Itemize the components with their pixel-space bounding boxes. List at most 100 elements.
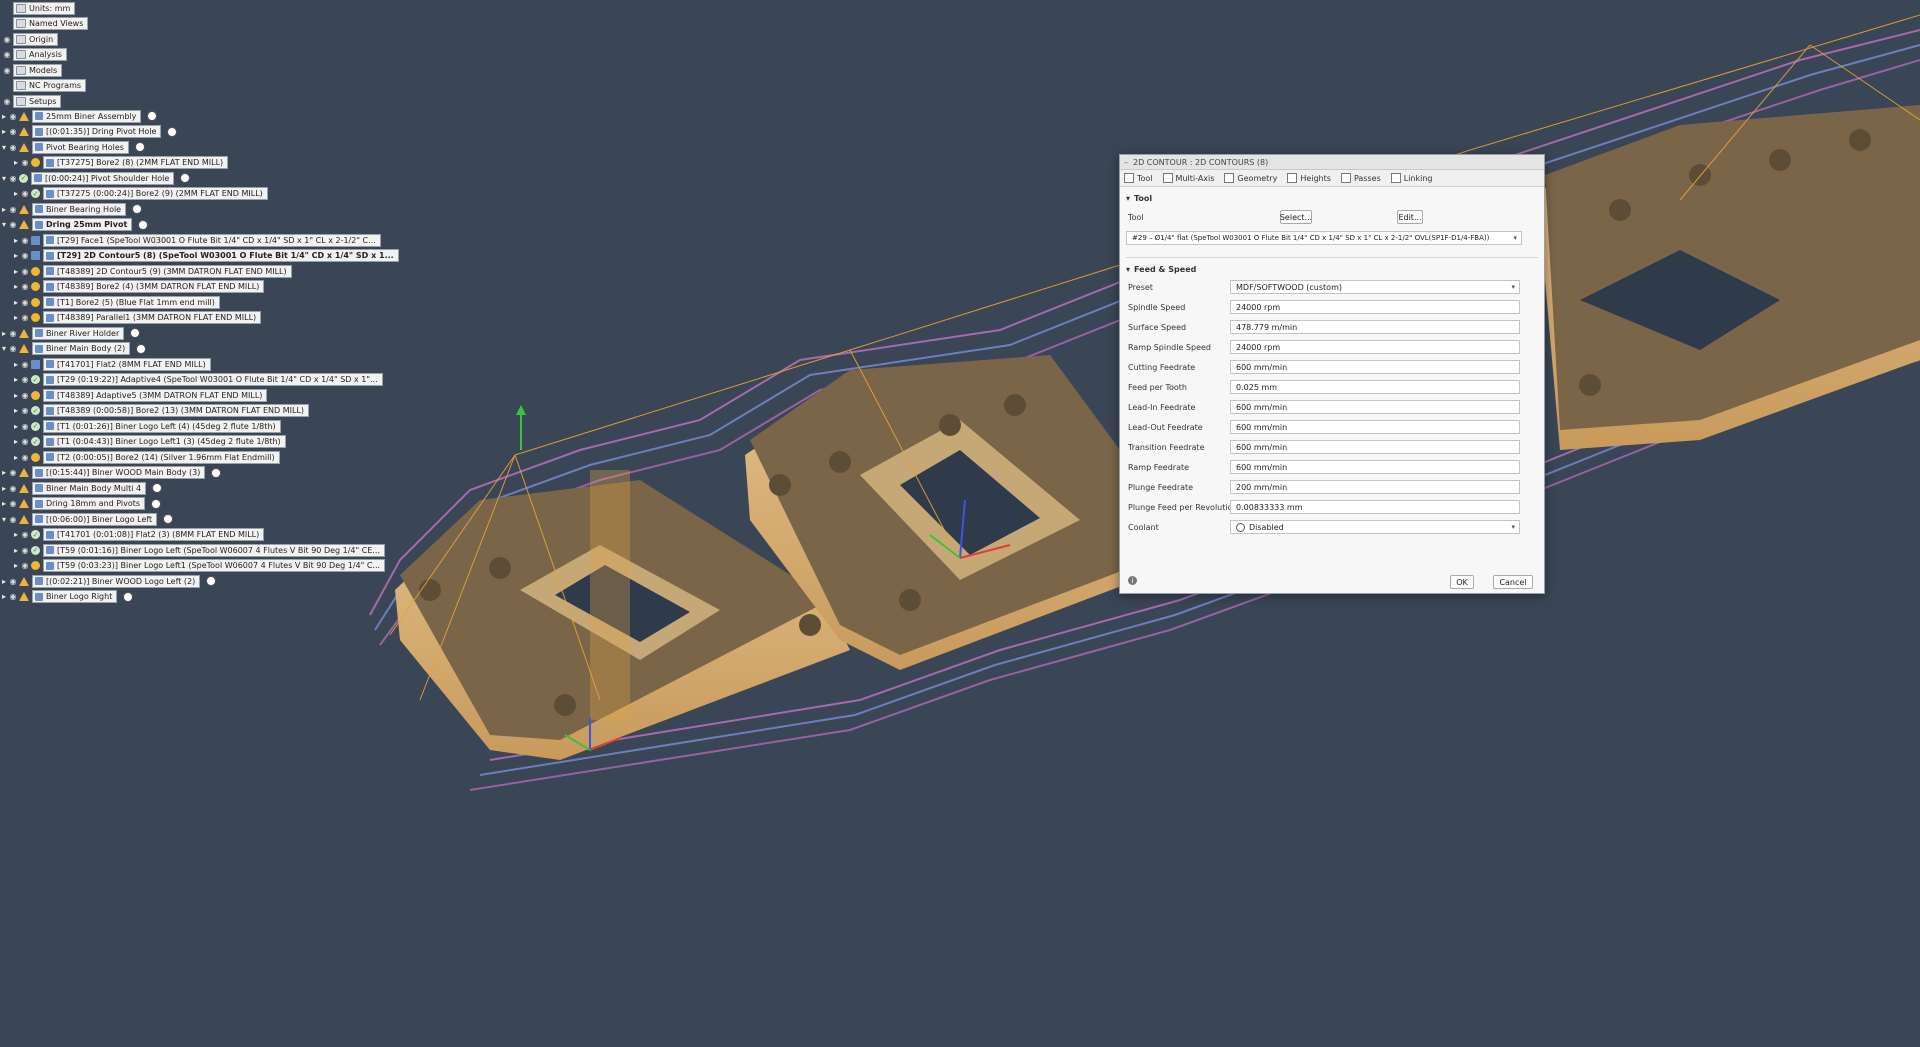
operation-label[interactable]: [T59 (0:01:16)] Biner Logo Left (SpeTool… (43, 543, 386, 557)
setup-circle-icon[interactable] (151, 498, 162, 509)
operation-label[interactable]: Dring 18mm and Pivots (32, 497, 146, 510)
blank-icon[interactable] (2, 19, 12, 28)
setup-circle-icon[interactable] (134, 142, 145, 152)
tab-linking[interactable]: Linking (1390, 173, 1433, 183)
eye-icon[interactable]: ◉ (20, 422, 30, 431)
operation-label[interactable]: [T41701 (0:01:08)] Flat2 (3) (8MM FLAT E… (43, 528, 265, 541)
operation-row[interactable]: ▸ ◉ ✓ [T41701 (0:01:08)] Flat2 (3) (8MM FLA… (12, 528, 265, 542)
expand-toggle-icon[interactable]: ▾ (0, 218, 8, 232)
browser-node-label[interactable]: Origin (13, 32, 59, 46)
eye-icon[interactable]: ◉ (8, 127, 18, 136)
eye-icon[interactable]: ◉ (8, 143, 18, 152)
expand-toggle-icon[interactable]: ▸ (0, 202, 8, 216)
field-select[interactable]: Disabled (1230, 520, 1520, 534)
setup-circle-icon[interactable] (167, 126, 178, 137)
operation-label[interactable]: [(0:15:44)] Biner WOOD Main Body (3) (32, 466, 206, 479)
operation-row[interactable]: ▾ ◉ Pivot Bearing Holes (0, 140, 145, 154)
field-input[interactable]: 24000 rpm (1230, 300, 1520, 314)
eye-icon[interactable]: ◉ (2, 35, 12, 44)
expand-toggle-icon[interactable]: ▸ (0, 109, 8, 123)
setup-circle-icon[interactable] (123, 591, 134, 602)
eye-icon[interactable]: ◉ (20, 189, 30, 198)
operation-label[interactable]: Biner Main Body (2) (32, 342, 131, 355)
eye-icon[interactable]: ◉ (20, 453, 30, 462)
operation-row[interactable]: ▸ ◉ ✓ [T37275 (0:00:24)] Bore2 (9) (2MM FLA… (12, 187, 268, 201)
operation-label[interactable]: [T29 (0:19:22)] Adaptive4 (SpeTool W0300… (43, 373, 383, 386)
setup-circle-icon[interactable] (130, 328, 141, 338)
operation-row[interactable]: ▾ ◉ Biner Main Body (2) (0, 342, 147, 356)
operation-row[interactable]: ▸ ◉ [T29] Face1 (SpeTool W03001 O Flute Bi… (12, 233, 381, 247)
eye-icon[interactable]: ◉ (20, 437, 30, 446)
tab-tool[interactable]: Tool (1124, 173, 1153, 183)
ok-button[interactable]: OK (1450, 575, 1474, 589)
operation-label[interactable]: [T48389] 2D Contour5 (9) (3MM DATRON FLA… (43, 264, 292, 278)
field-input[interactable]: 478.779 m/min (1230, 320, 1520, 334)
field-input[interactable]: 0.00833333 mm (1230, 500, 1520, 514)
operation-row[interactable]: ▸ ◉ [T48389] 2D Contour5 (9) (3MM DATRON F… (12, 264, 292, 278)
operation-row[interactable]: ▸ ◉ ✓ [T29 (0:19:22)] Adaptive4 (SpeTool W0… (12, 373, 383, 387)
expand-toggle-icon[interactable]: ▸ (0, 590, 8, 604)
eye-icon[interactable]: ◉ (8, 499, 18, 508)
browser-node-label[interactable]: Units: mm (13, 1, 76, 15)
expand-toggle-icon[interactable]: ▸ (12, 295, 20, 309)
field-input[interactable]: 600 mm/min (1230, 440, 1520, 454)
browser-node-label[interactable]: Setups (13, 94, 62, 108)
browser-node[interactable]: ◉ Setups (2, 94, 62, 108)
field-input[interactable]: 600 mm/min (1230, 400, 1520, 414)
operation-row[interactable]: ▸ ◉ Biner Logo Right (0, 590, 134, 604)
operation-label[interactable]: [(0:01:35)] Dring Pivot Hole (32, 125, 162, 138)
eye-icon[interactable]: ◉ (8, 515, 18, 524)
field-input[interactable]: 600 mm/min (1230, 460, 1520, 474)
operation-row[interactable]: ▸ ◉ [(0:01:35)] Dring Pivot Hole (0, 125, 178, 139)
operation-label[interactable]: [T37275] Bore2 (8) (2MM FLAT END MILL) (43, 156, 229, 169)
eye-icon[interactable]: ◉ (8, 344, 18, 353)
eye-icon[interactable]: ◉ (2, 97, 12, 106)
expand-toggle-icon[interactable]: ▸ (12, 388, 20, 402)
operation-row[interactable]: ▸ ◉ [(0:15:44)] Biner WOOD Main Body (3) (0, 466, 222, 480)
expand-toggle-icon[interactable]: ▸ (0, 466, 8, 480)
operation-label[interactable]: [T2 (0:00:05)] Bore2 (14) (Silver 1.96mm… (43, 450, 280, 464)
tool-select[interactable]: #29 – Ø1/4" flat (SpeTool W03001 O Flute… (1126, 231, 1522, 245)
eye-icon[interactable]: ◉ (20, 561, 30, 570)
setup-circle-icon[interactable] (211, 467, 222, 478)
expand-toggle-icon[interactable]: ▸ (12, 543, 20, 557)
operation-row[interactable]: ▾ ◉ Dring 25mm Pivot (0, 218, 149, 232)
eye-icon[interactable]: ◉ (8, 205, 18, 214)
operation-label[interactable]: [T48389 (0:00:58)] Bore2 (13) (3MM DATRO… (43, 404, 310, 417)
field-select[interactable]: MDF/SOFTWOOD (custom) (1230, 280, 1520, 294)
expand-toggle-icon[interactable]: ▾ (0, 512, 8, 526)
expand-toggle-icon[interactable]: ▸ (12, 373, 20, 387)
expand-toggle-icon[interactable]: ▸ (0, 125, 8, 139)
eye-icon[interactable]: ◉ (8, 174, 18, 183)
operation-row[interactable]: ▸ ◉ ✓ [T48389 (0:00:58)] Bore2 (13) (3MM DA… (12, 404, 310, 418)
operation-row[interactable]: ▸ ◉ ✓ [T1 (0:04:43)] Biner Logo Left1 (3) (… (12, 435, 286, 449)
expand-toggle-icon[interactable]: ▸ (12, 559, 20, 573)
browser-node-label[interactable]: Named Views (13, 17, 89, 30)
expand-toggle-icon[interactable]: ▸ (12, 404, 20, 418)
eye-icon[interactable]: ◉ (8, 112, 18, 121)
operation-row[interactable]: ▸ ◉ Dring 18mm and Pivots (0, 497, 162, 511)
operation-label[interactable]: Biner Main Body Multi 4 (32, 481, 147, 495)
operation-label[interactable]: [T48389] Bore2 (4) (3MM DATRON FLAT END … (43, 280, 265, 293)
browser-node[interactable]: ◉ Origin (2, 32, 59, 46)
feed-speed-section-header[interactable]: ▾ Feed & Speed (1120, 262, 1544, 276)
eye-icon[interactable]: ◉ (20, 406, 30, 415)
collapse-icon[interactable]: – (1124, 158, 1128, 167)
eye-icon[interactable]: ◉ (8, 592, 18, 601)
operation-label[interactable]: [(0:00:24)] Pivot Shoulder Hole (31, 171, 175, 185)
eye-icon[interactable]: ◉ (2, 50, 12, 59)
setup-circle-icon[interactable] (138, 219, 149, 230)
operation-row[interactable]: ▸ ◉ [T48389] Bore2 (4) (3MM DATRON FLAT EN… (12, 280, 265, 294)
setup-circle-icon[interactable] (180, 173, 191, 183)
eye-icon[interactable]: ◉ (20, 267, 30, 276)
operation-label[interactable]: Biner Bearing Hole (32, 202, 127, 216)
operation-label[interactable]: [T37275 (0:00:24)] Bore2 (9) (2MM FLAT E… (43, 187, 268, 200)
blank-icon[interactable] (2, 4, 12, 13)
expand-toggle-icon[interactable]: ▸ (12, 280, 20, 294)
setup-circle-icon[interactable] (132, 204, 143, 214)
operation-label[interactable]: 25mm Biner Assembly (32, 109, 142, 123)
operation-row[interactable]: ▸ ◉ [T48389] Parallel1 (3MM DATRON FLAT EN… (12, 311, 262, 325)
operation-row[interactable]: ▸ ◉ [T41701] Flat2 (8MM FLAT END MILL) (12, 357, 211, 371)
eye-icon[interactable]: ◉ (20, 282, 30, 291)
eye-icon[interactable]: ◉ (8, 329, 18, 338)
